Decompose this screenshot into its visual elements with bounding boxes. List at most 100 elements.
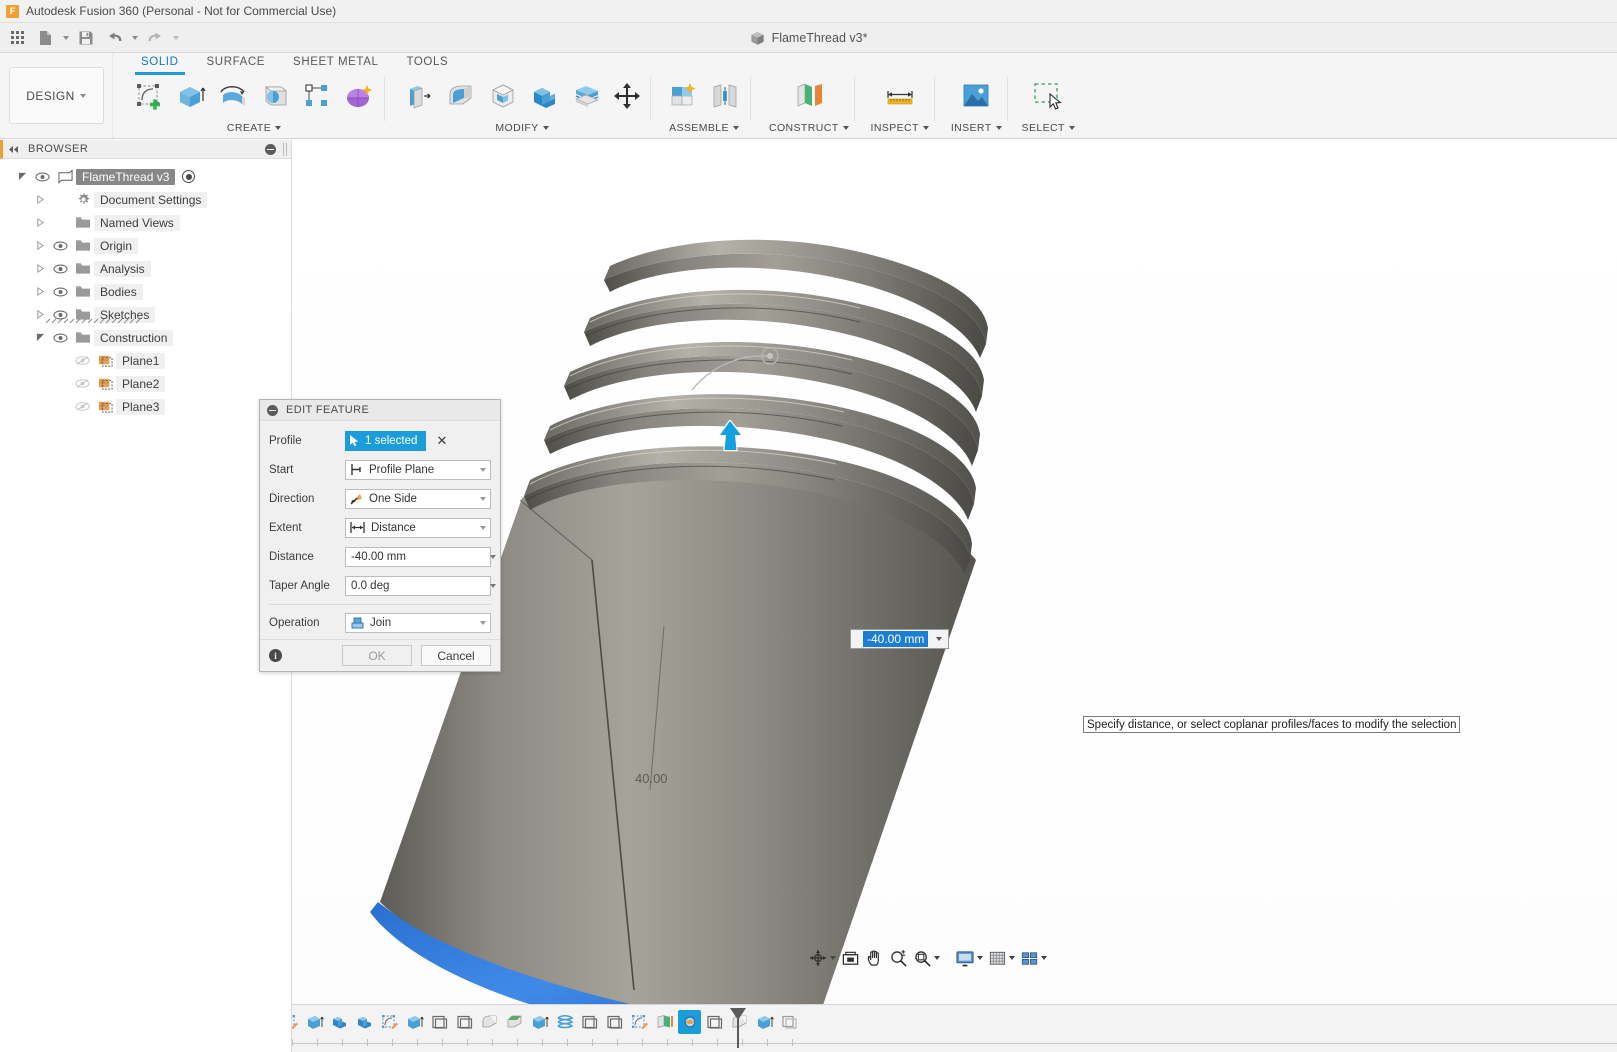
timeline-feature-pattern[interactable] (778, 1010, 801, 1034)
visibility-eye-icon[interactable] (48, 280, 72, 303)
fit-icon[interactable] (911, 946, 942, 970)
move-copy-icon[interactable] (609, 75, 645, 117)
timeline-feature-mirror[interactable] (453, 1010, 476, 1034)
tree-item-plane1[interactable]: Plane1 (0, 349, 291, 372)
visibility-eye-off-icon[interactable] (70, 395, 94, 418)
collapse-browser-icon[interactable] (7, 142, 21, 156)
extrude-manipulator-arrow[interactable] (717, 419, 745, 456)
dimension-label[interactable]: 40.00 (635, 771, 668, 786)
tab-tools[interactable]: TOOLS (392, 53, 462, 73)
canvas-distance-input[interactable]: -40.00 mm (850, 629, 949, 649)
tree-item-plane3[interactable]: Plane3 (0, 395, 291, 418)
tree-item-construction[interactable]: Construction (0, 326, 291, 349)
timeline-feature-extrude[interactable] (753, 1010, 776, 1034)
edit-feature-header[interactable]: EDIT FEATURE (260, 400, 500, 421)
visibility-eye-off-icon[interactable] (70, 372, 94, 395)
expand-toggle-icon[interactable] (14, 165, 30, 188)
shell-icon[interactable] (483, 75, 523, 117)
panel-label-select[interactable]: SELECT (1022, 119, 1075, 137)
dialog-collapse-icon[interactable] (267, 405, 278, 416)
timeline-feature-combine[interactable] (353, 1010, 376, 1034)
save-icon[interactable] (73, 25, 99, 51)
look-at-icon[interactable] (839, 946, 862, 970)
viewports-icon[interactable] (1018, 946, 1049, 970)
tree-item-root[interactable]: FlameThread v3 (0, 165, 291, 188)
timeline-track[interactable] (126, 1008, 1617, 1052)
grid-snaps-icon[interactable] (986, 946, 1017, 970)
fillet-icon[interactable] (441, 75, 481, 117)
timeline-feature-sketch[interactable] (378, 1010, 401, 1034)
timeline-feature-mirror[interactable] (428, 1010, 451, 1034)
expand-toggle-icon[interactable] (32, 326, 48, 349)
chevron-down-icon[interactable] (930, 630, 948, 648)
tab-surface[interactable]: SURFACE (193, 53, 280, 73)
tree-item-sketches[interactable]: Sketches (0, 303, 291, 326)
expand-toggle-icon[interactable] (32, 188, 48, 211)
file-icon[interactable] (32, 25, 58, 51)
cancel-button[interactable]: Cancel (421, 645, 491, 666)
measure-icon[interactable] (880, 75, 920, 117)
timeline-feature-coil[interactable] (553, 1010, 576, 1034)
timeline-feature-fillet[interactable] (728, 1010, 751, 1034)
panel-label-create[interactable]: CREATE (129, 119, 379, 137)
expand-toggle-icon[interactable] (32, 234, 48, 257)
undo-dropdown-caret-icon[interactable] (129, 25, 140, 51)
browser-minimize-icon[interactable] (265, 144, 276, 155)
timeline-feature-extrude[interactable] (528, 1010, 551, 1034)
chevron-down-icon[interactable] (475, 613, 490, 633)
chevron-down-icon[interactable] (475, 489, 490, 509)
taper-angle-input[interactable]: 0.0 deg (345, 576, 491, 596)
form-icon[interactable] (339, 75, 379, 117)
panel-label-insert[interactable]: INSERT (951, 119, 1002, 137)
timeline-feature-thread[interactable] (678, 1010, 701, 1034)
undo-icon[interactable] (101, 25, 127, 51)
display-settings-icon[interactable] (953, 946, 985, 970)
ok-button[interactable]: OK (342, 645, 412, 666)
pan-icon[interactable] (863, 946, 886, 970)
visibility-eye-icon[interactable] (48, 257, 72, 280)
sphere-icon[interactable] (255, 75, 295, 117)
visibility-eye-icon[interactable] (48, 326, 72, 349)
orbit-icon[interactable] (806, 946, 838, 970)
panel-label-construct[interactable]: CONSTRUCT (769, 119, 849, 137)
timeline-feature-combine[interactable] (328, 1010, 351, 1034)
direction-dropdown[interactable]: One Side (345, 489, 491, 509)
panel-label-modify[interactable]: MODIFY (399, 119, 645, 137)
tree-item-document-settings[interactable]: Document Settings (0, 188, 291, 211)
help-info-icon[interactable]: i (269, 649, 282, 662)
joint-icon[interactable] (705, 75, 745, 117)
panel-label-inspect[interactable]: INSPECT (871, 119, 929, 137)
tree-item-analysis[interactable]: Analysis (0, 257, 291, 280)
timeline-feature-plane[interactable] (653, 1010, 676, 1034)
file-dropdown-caret-icon[interactable] (60, 25, 71, 51)
new-component-icon[interactable] (663, 75, 703, 117)
expand-toggle-icon[interactable] (32, 211, 48, 234)
redo-icon[interactable] (142, 25, 168, 51)
timeline-feature-mirror[interactable] (578, 1010, 601, 1034)
expand-toggle-icon[interactable] (32, 280, 48, 303)
panel-label-assemble[interactable]: ASSEMBLE (663, 119, 745, 137)
selection-box-icon[interactable] (1028, 75, 1068, 117)
extrude-icon[interactable] (171, 75, 211, 117)
visibility-eye-icon[interactable] (30, 165, 54, 188)
chevron-down-icon[interactable] (485, 576, 500, 596)
press-pull-icon[interactable] (399, 75, 439, 117)
pattern-icon[interactable] (297, 75, 337, 117)
timeline-feature-mirror[interactable] (703, 1010, 726, 1034)
grid-apps-icon[interactable] (4, 25, 30, 51)
visibility-eye-icon[interactable] (48, 234, 72, 257)
workspace-selector-button[interactable]: DESIGN (9, 67, 104, 124)
expand-toggle-icon[interactable] (32, 257, 48, 280)
timeline-feature-mirror[interactable] (603, 1010, 626, 1034)
tree-item-plane2[interactable]: Plane2 (0, 372, 291, 395)
distance-input[interactable]: -40.00 mm (345, 547, 491, 567)
visibility-eye-off-icon[interactable] (70, 349, 94, 372)
insert-image-icon[interactable] (956, 75, 996, 117)
activate-component-radio[interactable] (182, 170, 195, 183)
timeline-feature-extrude[interactable] (303, 1010, 326, 1034)
tree-item-bodies[interactable]: Bodies (0, 280, 291, 303)
create-sketch-icon[interactable] (129, 75, 169, 117)
start-dropdown[interactable]: Profile Plane (345, 460, 491, 480)
document-tab[interactable]: FlameThread v3* (740, 28, 878, 49)
tab-solid[interactable]: SOLID (127, 53, 193, 73)
